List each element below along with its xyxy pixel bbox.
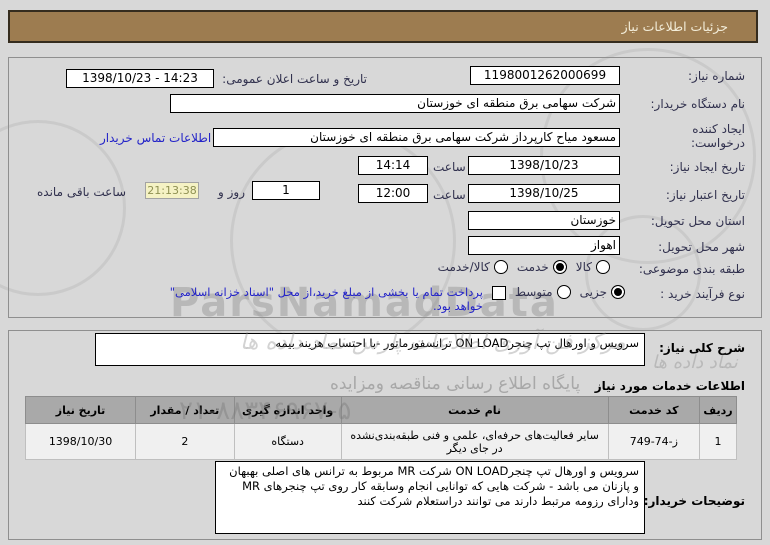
city-field[interactable]: اهواز [468,236,620,255]
radio-goods-service-icon[interactable] [493,260,508,274]
create-date-field[interactable]: 1398/10/23 [468,156,620,175]
province-field[interactable]: خوزستان [468,211,620,230]
subject-class-options: کالا خدمت کالا/خدمت [438,260,610,274]
radio-medium-icon[interactable] [556,285,571,299]
city-label: شهر محل تحویل: [658,240,745,254]
radio-option-minor[interactable]: جزیی [580,285,625,299]
general-description-label: شرح کلی نیاز: [659,341,745,355]
buyer-org-field[interactable]: شرکت سهامی برق منطقه ای خوزستان [170,94,620,113]
purchase-type-options: جزیی متوسط پرداخت تمام یا بخشی از مبلغ خ… [151,285,625,313]
purchase-type-label: نوع فرآیند خرید : [660,287,745,301]
request-creator-field[interactable]: مسعود میاح کارپرداز شرکت سهامی برق منطقه… [213,128,620,147]
remaining-timer: 21:13:38 [145,182,199,199]
cell-service-name: سایر فعالیت‌های حرفه‌ای، علمی و فنی طبقه… [340,423,609,460]
col-unit: واحد اندازه گیری [233,396,342,424]
radio-goods-label: کالا [575,260,592,274]
col-quantity: تعداد / مقدار [135,396,235,424]
col-row-number: ردیف [699,396,737,424]
cell-row-number: 1 [699,423,737,460]
table-row: 1 749-74-ز سایر فعالیت‌های حرفه‌ای، علمی… [24,423,737,460]
radio-goods-icon[interactable] [596,260,610,274]
radio-service-label: خدمت [516,260,549,274]
treasury-note: پرداخت تمام یا بخشی از مبلغ خرید،از محل … [169,285,483,313]
services-table-header-row: ردیف کد خدمت نام خدمت واحد اندازه گیری ت… [24,396,737,424]
buyer-contact-link[interactable]: اطلاعات تماس خریدار [100,131,211,145]
radio-option-goods-service[interactable]: کالا/خدمت [438,260,508,274]
radio-option-medium[interactable]: متوسط [515,285,571,299]
subject-class-label: طبقه بندی موضوعی: [638,262,745,276]
services-section-title: اطلاعات خدمات مورد نیاز [594,379,745,393]
province-label: استان محل تحویل: [650,214,745,228]
radio-medium-label: متوسط [514,285,553,299]
cell-service-code: 749-74-ز [607,423,701,460]
expire-date-field[interactable]: 1398/10/25 [468,184,620,203]
page-title: جزئیات اطلاعات نیاز [621,19,728,34]
radio-minor-label: جزیی [579,285,607,299]
general-description-textarea[interactable]: سرویس و اورهال تپ چنجرON LOAD ترانسفورما… [95,333,645,366]
announce-datetime-label: تاریخ و ساعت اعلان عمومی: [222,72,367,86]
create-time-field[interactable]: 14:14 [358,156,428,175]
expire-time-field[interactable]: 12:00 [358,184,428,203]
col-service-code: کد خدمت [607,396,701,424]
remaining-days-label: روز و [218,185,245,199]
buyer-org-label: نام دستگاه خریدار: [650,97,746,111]
create-date-label: تاریخ ایجاد نیاز: [669,160,745,174]
radio-minor-icon[interactable] [611,285,625,299]
services-table: ردیف کد خدمت نام خدمت واحد اندازه گیری ت… [24,396,737,460]
remaining-days-field[interactable]: 1 [252,181,320,200]
cell-need-date: 1398/10/30 [24,423,137,460]
page-title-bar: جزئیات اطلاعات نیاز [8,10,758,43]
radio-option-goods[interactable]: کالا [576,260,610,274]
treasury-checkbox[interactable] [491,286,506,300]
remaining-suffix-label: ساعت باقی مانده [37,185,127,199]
need-details-screen: ParsNamadData پایگاه اطلاع رسانی مناقصه … [0,0,770,545]
col-need-date: تاریخ نیاز [24,396,137,424]
buyer-notes-label: توضیحات خریدار: [643,494,745,508]
radio-option-service[interactable]: خدمت [517,260,567,274]
radio-service-icon[interactable] [552,260,567,274]
radio-goods-service-label: کالا/خدمت [437,260,490,274]
cell-quantity: 2 [135,423,235,460]
announce-datetime-field[interactable]: 1398/10/23 - 14:23 [66,69,214,88]
expire-date-label: تاریخ اعتبار نیاز: [665,188,745,202]
create-hour-label: ساعت [433,160,466,174]
col-service-name: نام خدمت [340,396,609,424]
cell-unit: دستگاه [233,423,342,460]
need-number-label: شماره نیاز: [688,69,745,83]
request-creator-label: ایجاد کننده درخواست: [691,122,745,150]
expire-hour-label: ساعت [433,188,466,202]
buyer-notes-textarea[interactable]: سرویس و اورهال تپ چنجرON LOAD شرکت MR مر… [215,461,645,534]
need-number-field[interactable]: 1198001262000699 [470,66,620,85]
